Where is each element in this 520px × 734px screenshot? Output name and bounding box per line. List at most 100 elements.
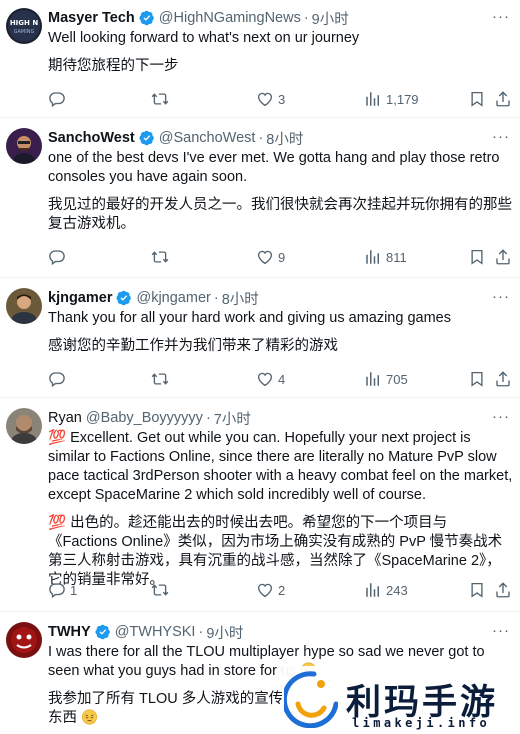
reply-button[interactable] (48, 370, 70, 388)
display-name[interactable]: TWHY (48, 624, 91, 640)
verified-badge-icon (139, 10, 155, 26)
like-icon (256, 90, 274, 108)
handle[interactable]: @HighNGamingNews (159, 10, 301, 26)
bookmark-button[interactable] (468, 248, 486, 266)
retweet-button[interactable] (151, 581, 173, 599)
svg-text:HIGH N: HIGH N (10, 19, 39, 27)
retweet-button[interactable] (151, 370, 173, 388)
display-name[interactable]: Masyer Tech (48, 10, 135, 26)
reply-button[interactable]: 1 (48, 581, 77, 599)
timestamp[interactable]: 7小时 (214, 408, 251, 429)
like-button[interactable]: 9 (256, 248, 285, 266)
verified-badge-icon (139, 130, 155, 146)
watermark-emblem-icon (284, 671, 338, 728)
more-options-icon[interactable]: ··· (492, 8, 510, 25)
like-icon (256, 248, 274, 266)
handle[interactable]: @SanchoWest (159, 130, 256, 146)
avatar[interactable] (6, 408, 42, 444)
tweet-translation: 我见过的最好的开发人员之一。我们很快就会再次挂起并玩你拥有的那些复古游戏机。 (48, 197, 512, 232)
reply-icon (48, 581, 66, 599)
bookmark-button[interactable] (468, 581, 486, 599)
tweet-header: SanchoWest @SanchoWest · 8小时 (48, 128, 514, 148)
like-count: 4 (278, 371, 286, 387)
verified-badge-icon (95, 624, 111, 640)
reply-icon (48, 248, 66, 266)
tweet[interactable]: SanchoWest @SanchoWest · 8小时 ··· one of … (0, 120, 520, 278)
view-count: 705 (386, 371, 408, 387)
avatar[interactable]: HIGH N GAMING (6, 8, 42, 44)
bookmark-icon (468, 581, 486, 599)
bookmark-icon (468, 90, 486, 108)
bookmark-button[interactable] (468, 90, 486, 108)
share-button[interactable] (494, 581, 512, 599)
like-count: 9 (278, 249, 286, 265)
svg-text:GAMING: GAMING (14, 29, 35, 35)
reply-icon (48, 370, 66, 388)
share-icon (494, 248, 512, 266)
action-bar: 3 1,179 (48, 90, 514, 112)
like-count: 2 (278, 582, 286, 598)
share-icon (494, 581, 512, 599)
tweet-header: Masyer Tech @HighNGamingNews · 9小时 (48, 8, 514, 28)
translation-line: 东西 (48, 710, 77, 726)
views-icon (364, 90, 382, 108)
timestamp[interactable]: 8小时 (222, 288, 259, 309)
tweet-header: kjngamer @kjngamer · 8小时 (48, 288, 514, 308)
handle[interactable]: @TWHYSKI (115, 624, 196, 640)
handle[interactable]: @Baby_Boyyyyyy (86, 410, 203, 426)
separator-dot: · (213, 290, 219, 306)
retweet-icon (151, 581, 169, 599)
like-button[interactable]: 2 (256, 581, 285, 599)
avatar[interactable] (6, 288, 42, 324)
watermark-brand-en: limakeji.info (352, 716, 491, 730)
more-options-icon[interactable]: ··· (492, 622, 510, 639)
like-button[interactable]: 4 (256, 370, 285, 388)
action-bar: 4 705 (48, 370, 514, 392)
avatar[interactable] (6, 128, 42, 164)
reply-icon (48, 90, 66, 108)
timestamp[interactable]: 9小时 (312, 8, 349, 29)
bookmark-button[interactable] (468, 370, 486, 388)
tweet-header: Ryan @Baby_Boyyyyyy · 7小时 (48, 408, 514, 428)
views-icon (364, 248, 382, 266)
reply-button[interactable] (48, 248, 70, 266)
display-name[interactable]: SanchoWest (48, 130, 135, 146)
tweet[interactable]: kjngamer @kjngamer · 8小时 ··· Thank you f… (0, 280, 520, 398)
like-button[interactable]: 3 (256, 90, 285, 108)
handle[interactable]: @kjngamer (136, 290, 210, 306)
view-count: 811 (386, 249, 407, 265)
bookmark-icon (468, 248, 486, 266)
tweet[interactable]: HIGH N GAMING Masyer Tech @HighNGamingNe… (0, 0, 520, 118)
view-count: 1,179 (386, 91, 419, 107)
timestamp[interactable]: 8小时 (266, 128, 303, 149)
verified-badge-icon (116, 290, 132, 306)
share-button[interactable] (494, 370, 512, 388)
views-icon (364, 581, 382, 599)
retweet-button[interactable] (151, 90, 173, 108)
separator-dot: · (205, 410, 211, 426)
view-count: 243 (386, 582, 408, 598)
views-button[interactable]: 705 (364, 370, 408, 388)
tweet-text: Well looking forward to what's next on u… (48, 30, 360, 46)
views-button[interactable]: 243 (364, 581, 408, 599)
display-name[interactable]: kjngamer (48, 290, 112, 306)
share-button[interactable] (494, 90, 512, 108)
retweet-button[interactable] (151, 248, 173, 266)
avatar[interactable] (6, 622, 42, 658)
tweet[interactable]: Ryan @Baby_Boyyyyyy · 7小时 ··· 💯 Excellen… (0, 400, 520, 612)
tweet-translation: 期待您旅程的下一步 (48, 58, 179, 74)
tweet-translation: 感谢您的辛勤工作并为我们带来了精彩的游戏 (48, 338, 338, 354)
reply-button[interactable] (48, 90, 70, 108)
more-options-icon[interactable]: ··· (492, 408, 510, 425)
retweet-icon (151, 248, 169, 266)
views-button[interactable]: 811 (364, 248, 407, 266)
more-options-icon[interactable]: ··· (492, 128, 510, 145)
display-name[interactable]: Ryan (48, 410, 82, 426)
share-button[interactable] (494, 248, 512, 266)
pensive-face-icon (81, 709, 98, 725)
views-icon (364, 370, 382, 388)
timestamp[interactable]: 9小时 (206, 622, 243, 643)
views-button[interactable]: 1,179 (364, 90, 419, 108)
more-options-icon[interactable]: ··· (492, 288, 510, 305)
watermark-logo: 利玛手游 limakeji.info (282, 666, 518, 732)
